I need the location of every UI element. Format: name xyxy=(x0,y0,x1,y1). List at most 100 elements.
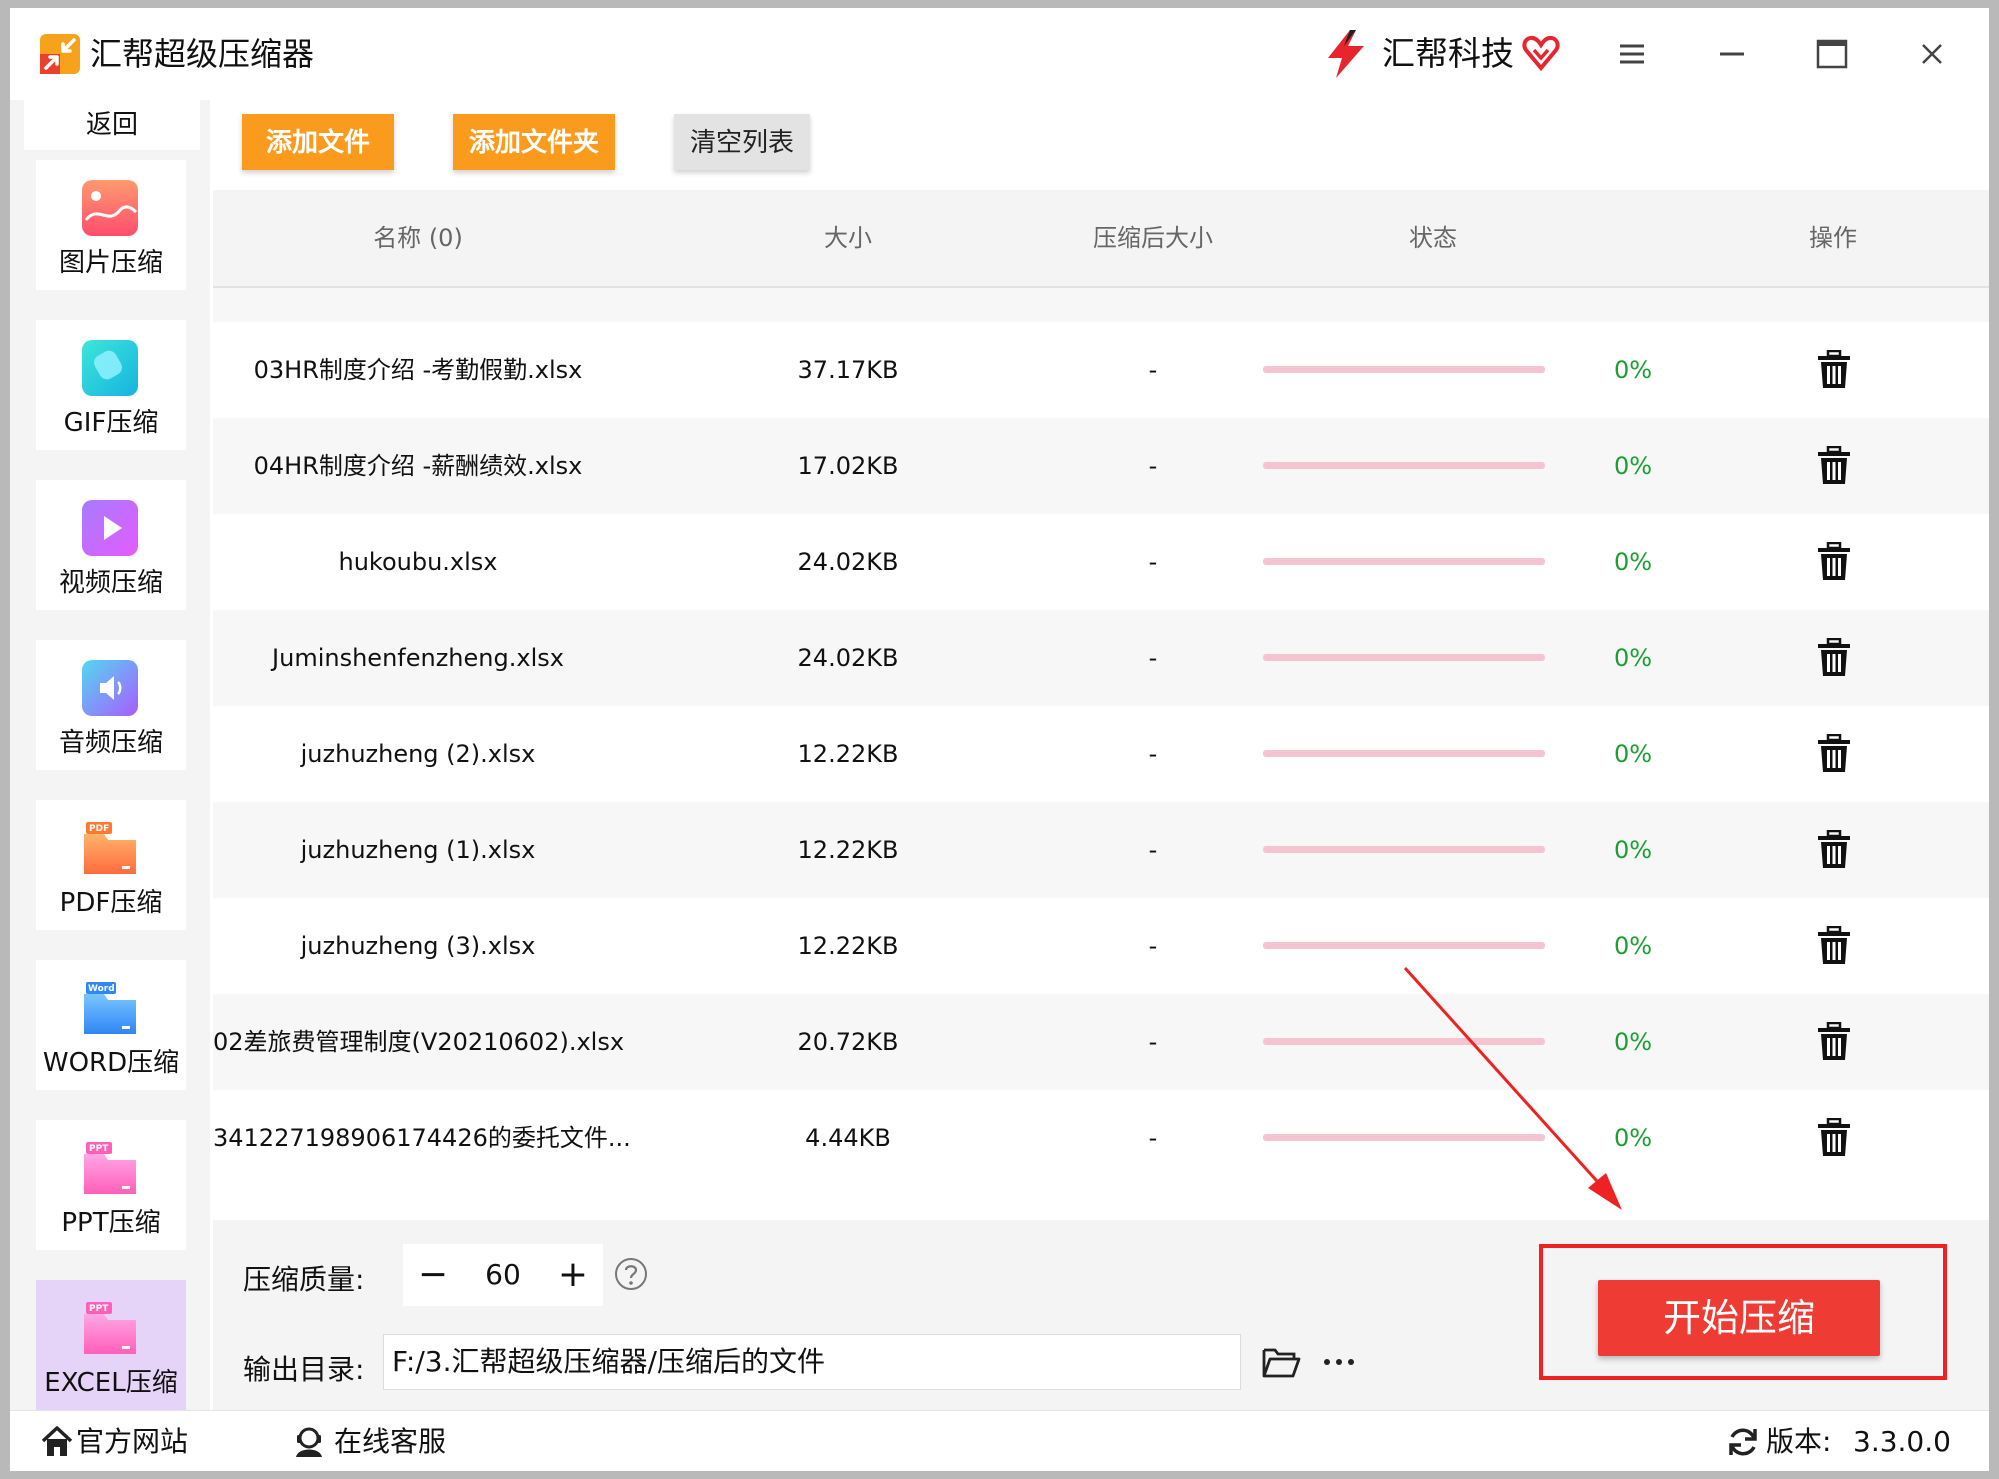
heart-icon xyxy=(1522,35,1560,72)
progress-percent: 0% xyxy=(1613,644,1653,672)
table-row[interactable]: juzhuzheng (1).xlsx 12.22KB - 0% xyxy=(213,802,1989,898)
menu-icon[interactable] xyxy=(1610,32,1654,76)
compressed-size: - xyxy=(1148,932,1158,960)
sidebar-item-pdf[interactable]: PDF PDF压缩 xyxy=(36,800,186,930)
sidebar-item-label: WORD压缩 xyxy=(42,1048,180,1078)
add-folder-button[interactable]: 添加文件夹 xyxy=(453,114,615,170)
trash-icon[interactable] xyxy=(1816,926,1852,966)
table-row[interactable]: 341227198906174426的委托文件... 4.44KB - 0% xyxy=(213,1090,1989,1186)
file-size: 12.22KB xyxy=(797,836,899,864)
header-status[interactable]: 状态 xyxy=(1363,190,1503,286)
home-icon[interactable] xyxy=(40,1425,74,1459)
sidebar-item-image[interactable]: 图片压缩 xyxy=(36,160,186,290)
table-row[interactable]: 02差旅费管理制度(V20210602).xlsx 20.72KB - 0% xyxy=(213,994,1989,1090)
file-size: 12.22KB xyxy=(797,932,899,960)
excel-file-icon: PPT xyxy=(84,1302,136,1354)
file-name: 341227198906174426的委托文件... xyxy=(213,1124,631,1152)
excel-badge: PPT xyxy=(89,1304,109,1314)
progress-bar xyxy=(1263,366,1545,373)
table-row[interactable]: 04HR制度介绍 -薪酬绩效.xlsx 17.02KB - 0% xyxy=(213,418,1989,514)
file-size: 24.02KB xyxy=(797,548,899,576)
table-row-partial xyxy=(213,1186,1989,1220)
sidebar-item-gif[interactable]: GIF压缩 xyxy=(36,320,186,450)
more-options-icon[interactable] xyxy=(1321,1348,1357,1376)
progress-percent: 0% xyxy=(1613,548,1653,576)
sidebar-item-video[interactable]: 视频压缩 xyxy=(36,480,186,610)
file-name: juzhuzheng (3).xlsx xyxy=(300,932,536,960)
footer: 官方网站 在线客服 版本: 3.3.0.0 xyxy=(10,1410,1989,1471)
ppt-badge: PPT xyxy=(89,1144,109,1154)
progress-bar xyxy=(1263,750,1545,757)
table-row[interactable]: hukoubu.xlsx 24.02KB - 0% xyxy=(213,514,1989,610)
settings-panel: 压缩质量: − 60 + 输出目录: 开始压缩 xyxy=(213,1220,1989,1410)
file-size: 17.02KB xyxy=(797,452,899,480)
sidebar-item-label: EXCEL压缩 xyxy=(44,1368,178,1398)
minimize-icon[interactable] xyxy=(1710,32,1754,76)
trash-icon[interactable] xyxy=(1816,638,1852,678)
output-dir-input[interactable] xyxy=(383,1334,1241,1390)
file-name: juzhuzheng (1).xlsx xyxy=(300,836,536,864)
official-website-link[interactable]: 官方网站 xyxy=(76,1411,188,1471)
file-size: 20.72KB xyxy=(797,1028,899,1056)
help-icon[interactable] xyxy=(613,1256,649,1292)
progress-percent: 0% xyxy=(1613,356,1653,384)
table-row[interactable]: juzhuzheng (3).xlsx 12.22KB - 0% xyxy=(213,898,1989,994)
progress-percent: 0% xyxy=(1613,452,1653,480)
version-label: 版本: xyxy=(1766,1425,1832,1458)
header-action[interactable]: 操作 xyxy=(1773,190,1893,286)
title-bar: 汇帮超级压缩器 汇帮科技 xyxy=(10,8,1989,100)
sidebar-item-audio[interactable]: 音频压缩 xyxy=(36,640,186,770)
start-compress-button[interactable]: 开始压缩 xyxy=(1598,1280,1880,1356)
quality-increase-button[interactable]: + xyxy=(543,1244,603,1306)
customer-service-icon[interactable] xyxy=(292,1425,326,1459)
sidebar-item-ppt[interactable]: PPT PPT压缩 xyxy=(36,1120,186,1250)
progress-bar xyxy=(1263,462,1545,469)
folder-open-icon[interactable] xyxy=(1261,1344,1301,1380)
file-size: 24.02KB xyxy=(797,644,899,672)
trash-icon[interactable] xyxy=(1816,446,1852,486)
online-support-link[interactable]: 在线客服 xyxy=(334,1411,446,1471)
file-table: 名称 (0) 大小 压缩后大小 状态 操作 03HR制度介绍 -考勤假勤.xls… xyxy=(213,190,1989,1220)
progress-percent: 0% xyxy=(1613,932,1653,960)
close-icon[interactable] xyxy=(1910,32,1954,76)
sidebar-item-label: PDF压缩 xyxy=(59,888,163,918)
trash-icon[interactable] xyxy=(1816,542,1852,582)
refresh-icon[interactable] xyxy=(1726,1425,1760,1459)
table-row[interactable]: 03HR制度介绍 -考勤假勤.xlsx 37.17KB - 0% xyxy=(213,322,1989,418)
quality-decrease-button[interactable]: − xyxy=(403,1244,463,1306)
version-number: 3.3.0.0 xyxy=(1853,1425,1951,1458)
sidebar-item-label: 图片压缩 xyxy=(58,248,163,278)
maximize-icon[interactable] xyxy=(1810,32,1854,76)
trash-icon[interactable] xyxy=(1816,1022,1852,1062)
sidebar-item-excel[interactable]: PPT EXCEL压缩 xyxy=(36,1280,186,1410)
sidebar-item-label: PPT压缩 xyxy=(61,1208,161,1238)
file-size: 37.17KB xyxy=(797,356,899,384)
header-compressed-size[interactable]: 压缩后大小 xyxy=(1013,190,1293,286)
header-name[interactable]: 名称 (0) xyxy=(213,190,623,286)
progress-bar xyxy=(1263,1038,1545,1045)
add-file-button[interactable]: 添加文件 xyxy=(242,114,394,170)
table-row[interactable]: Juminshenfenzheng.xlsx 24.02KB - 0% xyxy=(213,610,1989,706)
compressed-size: - xyxy=(1148,1028,1158,1056)
gif-icon xyxy=(82,340,138,396)
table-header: 名称 (0) 大小 压缩后大小 状态 操作 xyxy=(213,190,1989,288)
back-button[interactable]: 返回 xyxy=(24,100,200,150)
quality-value[interactable]: 60 xyxy=(463,1244,543,1306)
compressed-size: - xyxy=(1148,740,1158,768)
trash-icon[interactable] xyxy=(1816,1118,1852,1158)
header-size[interactable]: 大小 xyxy=(773,190,923,286)
file-name: Juminshenfenzheng.xlsx xyxy=(272,644,564,672)
progress-percent: 0% xyxy=(1613,740,1653,768)
trash-icon[interactable] xyxy=(1816,830,1852,870)
table-row[interactable]: juzhuzheng (2).xlsx 12.22KB - 0% xyxy=(213,706,1989,802)
sidebar-item-word[interactable]: Word WORD压缩 xyxy=(36,960,186,1090)
sidebar-item-label: GIF压缩 xyxy=(63,408,159,438)
quality-stepper[interactable]: − 60 + xyxy=(403,1244,603,1306)
word-badge: Word xyxy=(88,984,115,994)
sidebar: 返回 图片压缩 GIF压缩 视频压缩 音频压缩 PDF PDF压缩 Word W… xyxy=(10,100,210,1410)
trash-icon[interactable] xyxy=(1816,734,1852,774)
pdf-file-icon: PDF xyxy=(84,822,136,874)
file-name: juzhuzheng (2).xlsx xyxy=(300,740,536,768)
trash-icon[interactable] xyxy=(1816,350,1852,390)
clear-list-button[interactable]: 清空列表 xyxy=(674,114,810,170)
